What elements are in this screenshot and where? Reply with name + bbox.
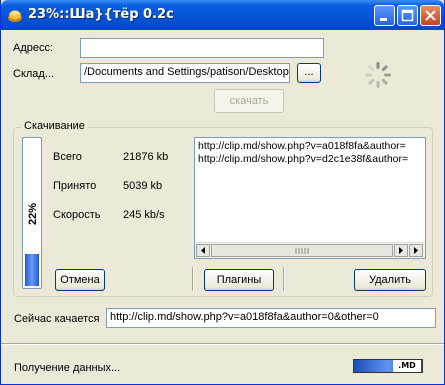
progress-bar: 22% [22,137,42,289]
minimize-icon [380,18,387,21]
storage-path-input[interactable]: /Documents and Settings/patison/Desktop [80,63,290,83]
stat-value-received: 5039 kb [123,180,163,192]
scroll-right-button[interactable] [394,244,408,257]
download-group-title: Скачивание [21,120,88,132]
loading-spinner-icon [363,60,393,93]
address-input[interactable] [80,38,324,58]
stat-label-speed: Скорость [53,209,101,221]
progress-fill [25,254,39,286]
window-title: 23%::Ша}{тёр 0.2с [28,7,174,22]
stat-label-received: Принято [53,180,97,192]
arrow-right-icon [399,247,403,254]
delete-button[interactable]: Удалить [354,269,426,291]
list-item[interactable]: http://clip.md/show.php?v=a018f8fa&autho… [195,140,425,153]
browse-button[interactable]: ... [297,63,321,83]
separator [192,267,194,291]
list-item[interactable]: http://clip.md/show.php?v=d2c1e38f&autho… [195,153,425,166]
arrow-left-icon [201,247,205,254]
progress-text: 22% [27,202,39,226]
status-text: Получение данных... [14,362,121,374]
main-window: 23%::Ша}{тёр 0.2с Адресс: Склад... /Docu… [0,0,445,385]
maximize-button[interactable] [397,5,418,26]
stat-value-speed: 245 kb/s [123,209,165,221]
current-download-input[interactable]: http://clip.md/show.php?v=a018f8fa&autho… [106,308,436,328]
separator [283,267,285,291]
stat-value-total: 21876 kb [123,151,169,163]
scroll-left-button[interactable] [196,244,210,257]
close-button[interactable] [420,5,441,26]
maximize-icon [401,9,414,22]
address-label: Адресс: [13,42,54,54]
minimize-button[interactable] [374,5,395,26]
arrow-right-icon [414,247,418,254]
current-download-label: Сейчас качается [14,313,100,325]
app-icon[interactable] [7,7,23,23]
plugins-button[interactable]: Плагины [204,269,274,291]
cancel-button[interactable]: Отмена [55,269,105,291]
grip-icon [295,248,309,254]
title-bar[interactable]: 23%::Ша}{тёр 0.2с [1,0,444,30]
close-icon [425,10,436,21]
download-button[interactable]: скачать [214,89,284,113]
stat-label-total: Всего [53,151,82,163]
storage-label: Склад... [13,68,55,80]
scroll-end-button[interactable] [409,244,423,257]
scroll-thumb[interactable] [211,244,393,257]
md-badge: .MD [393,360,421,372]
download-queue-list[interactable]: http://clip.md/show.php?v=a018f8fa&autho… [194,137,426,259]
horizontal-scrollbar[interactable] [195,242,425,258]
status-divider [1,343,444,345]
